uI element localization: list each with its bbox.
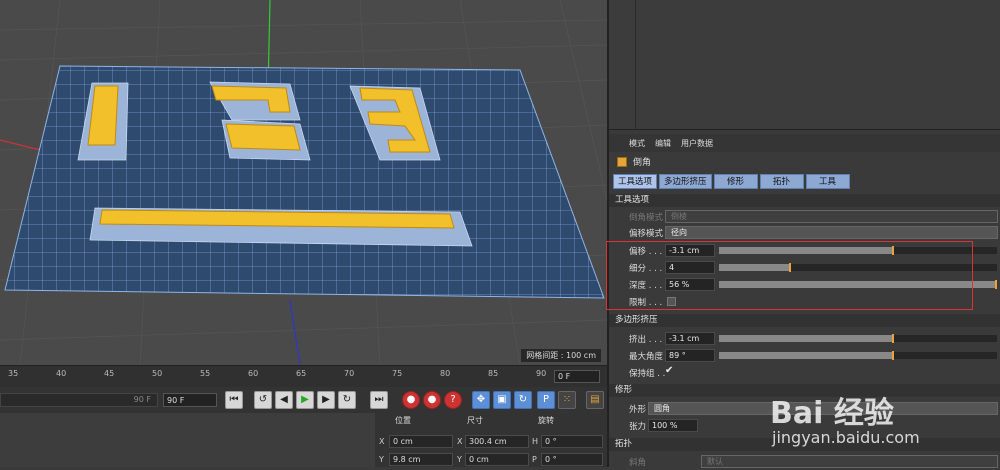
next-frame-icon[interactable]: ▶: [317, 391, 335, 409]
coordinates-manager: 位置 尺寸 旋转 X 0 cm X 300.4 cm H 0 ° Y 9.8 c…: [375, 413, 607, 467]
max-angle-label: 最大角度: [629, 352, 664, 362]
frame-range-slider[interactable]: 90 F: [0, 393, 158, 407]
timeline-tick: 60: [248, 369, 259, 378]
film-icon[interactable]: ▤: [586, 391, 604, 409]
keep-groups-label: 保持组 . .: [629, 369, 666, 379]
tab-tool-options[interactable]: 工具选项: [613, 174, 658, 189]
timeline-tick: 40: [56, 369, 67, 378]
record-icon[interactable]: ●: [402, 391, 420, 409]
rot-h-label: H: [532, 437, 539, 446]
grid-spacing-label: 网格间距 : 100 cm: [521, 349, 601, 362]
extrude-slider[interactable]: [718, 334, 998, 343]
size-header: 尺寸: [467, 416, 483, 425]
max-angle-field[interactable]: 89 °: [665, 349, 715, 362]
bevel-mode-row: 倒角模式 倒棱: [609, 209, 1000, 225]
tab-tool[interactable]: 工具: [805, 174, 850, 189]
end-frame-field[interactable]: 0 F: [554, 370, 600, 383]
pos-y-label: Y: [379, 455, 384, 464]
offset-mode-row: 偏移模式 径向: [609, 225, 1000, 241]
highlight-box: [606, 241, 973, 310]
timeline-tick: 85: [488, 369, 499, 378]
bevel-mode-select[interactable]: 倒棱: [665, 210, 998, 223]
viewport[interactable]: 网格间距 : 100 cm: [0, 0, 607, 365]
extrude-row: 挤出 . . . -3.1 cm: [609, 331, 1000, 347]
object-manager: [609, 0, 1000, 130]
menu-edit[interactable]: 编辑: [655, 138, 671, 149]
object-name: 倒角: [633, 158, 652, 168]
next-key-icon[interactable]: ↻: [338, 391, 356, 409]
object-header: 倒角: [617, 155, 651, 168]
viewport-scene: [0, 0, 607, 365]
scale-tool-icon[interactable]: ▣: [493, 391, 511, 409]
size-y-field[interactable]: 0 cm: [465, 453, 529, 466]
timeline-tick: 50: [152, 369, 163, 378]
tab-shaping[interactable]: 修形: [713, 174, 758, 189]
move-tool-icon[interactable]: ✥: [472, 391, 490, 409]
mitering-label: 斜角: [629, 458, 647, 468]
bevel-mode-label: 倒角模式: [629, 213, 664, 223]
go-to-start-icon[interactable]: ⏮: [225, 391, 243, 409]
section-tool-options: 工具选项: [609, 194, 1000, 207]
prev-key-icon[interactable]: ↺: [254, 391, 272, 409]
rotation-header: 旋转: [538, 416, 554, 425]
position-header: 位置: [395, 416, 411, 425]
baidu-watermark: Bai 经验 jingyan.baidu.com: [770, 358, 1000, 467]
play-icon[interactable]: ▶: [296, 391, 314, 409]
menu-mode[interactable]: 模式: [629, 138, 645, 149]
size-x-field[interactable]: 300.4 cm: [465, 435, 529, 448]
tab-topology[interactable]: 拓扑: [759, 174, 804, 189]
rot-p-label: P: [532, 455, 537, 464]
timeline-tick: 55: [200, 369, 211, 378]
autokey-icon[interactable]: ●: [423, 391, 441, 409]
attribute-tabs: 工具选项 多边形挤压 修形 拓扑 工具: [613, 174, 850, 189]
shape-label: 外形: [629, 405, 647, 415]
timeline-tick: 75: [392, 369, 403, 378]
pos-x-field[interactable]: 0 cm: [389, 435, 453, 448]
timeline-tick: 35: [8, 369, 19, 378]
menu-userdata[interactable]: 用户数据: [681, 138, 713, 149]
timeline-ruler[interactable]: 35 40 45 50 55 60 65 70 75 80 85 90 0 F: [0, 365, 607, 387]
offset-mode-select[interactable]: 径向: [665, 226, 998, 239]
watermark-url: jingyan.baidu.com: [772, 428, 920, 447]
grid-dots-icon[interactable]: ⁙: [558, 391, 576, 409]
go-to-end-icon[interactable]: ⏭: [370, 391, 388, 409]
timeline-tick: 80: [440, 369, 451, 378]
extrude-field[interactable]: -3.1 cm: [665, 332, 715, 345]
timeline-tick: 65: [296, 369, 307, 378]
keep-groups-check-icon[interactable]: ✔: [665, 365, 673, 376]
frame-field[interactable]: 90 F: [163, 393, 217, 407]
rot-h-field[interactable]: 0 °: [541, 435, 603, 448]
bevel-cube-icon: [617, 156, 627, 167]
rot-p-field[interactable]: 0 °: [541, 453, 603, 466]
timeline-tick: 70: [344, 369, 355, 378]
keyframe-help-icon[interactable]: ?: [444, 391, 462, 409]
material-area: [0, 413, 375, 467]
extrude-label: 挤出 . . .: [629, 335, 663, 345]
tension-field[interactable]: 100 %: [648, 419, 698, 432]
prev-frame-icon[interactable]: ◀: [275, 391, 293, 409]
size-y-label: Y: [457, 455, 462, 464]
timeline-tick: 45: [104, 369, 115, 378]
timeline-tick: 90: [536, 369, 547, 378]
watermark-text: Bai 经验: [770, 396, 894, 431]
offset-mode-label: 偏移模式: [629, 229, 664, 239]
transport-bar: 90 F 90 F ⏮ ↺ ◀ ▶ ▶ ↻ ⏭ ● ● ? ✥ ▣ ↻ P ⁙ …: [0, 387, 607, 413]
pos-y-field[interactable]: 9.8 cm: [389, 453, 453, 466]
tension-label: 张力: [629, 422, 647, 432]
tab-polygon-extrude[interactable]: 多边形挤压: [659, 174, 712, 189]
rotate-tool-icon[interactable]: ↻: [514, 391, 532, 409]
section-polygon-extrude: 多边形挤压: [609, 314, 1000, 327]
attribute-menubar: 模式 编辑 用户数据: [609, 134, 1000, 152]
size-x-label: X: [457, 437, 463, 446]
pos-x-label: X: [379, 437, 385, 446]
parameter-icon[interactable]: P: [537, 391, 555, 409]
